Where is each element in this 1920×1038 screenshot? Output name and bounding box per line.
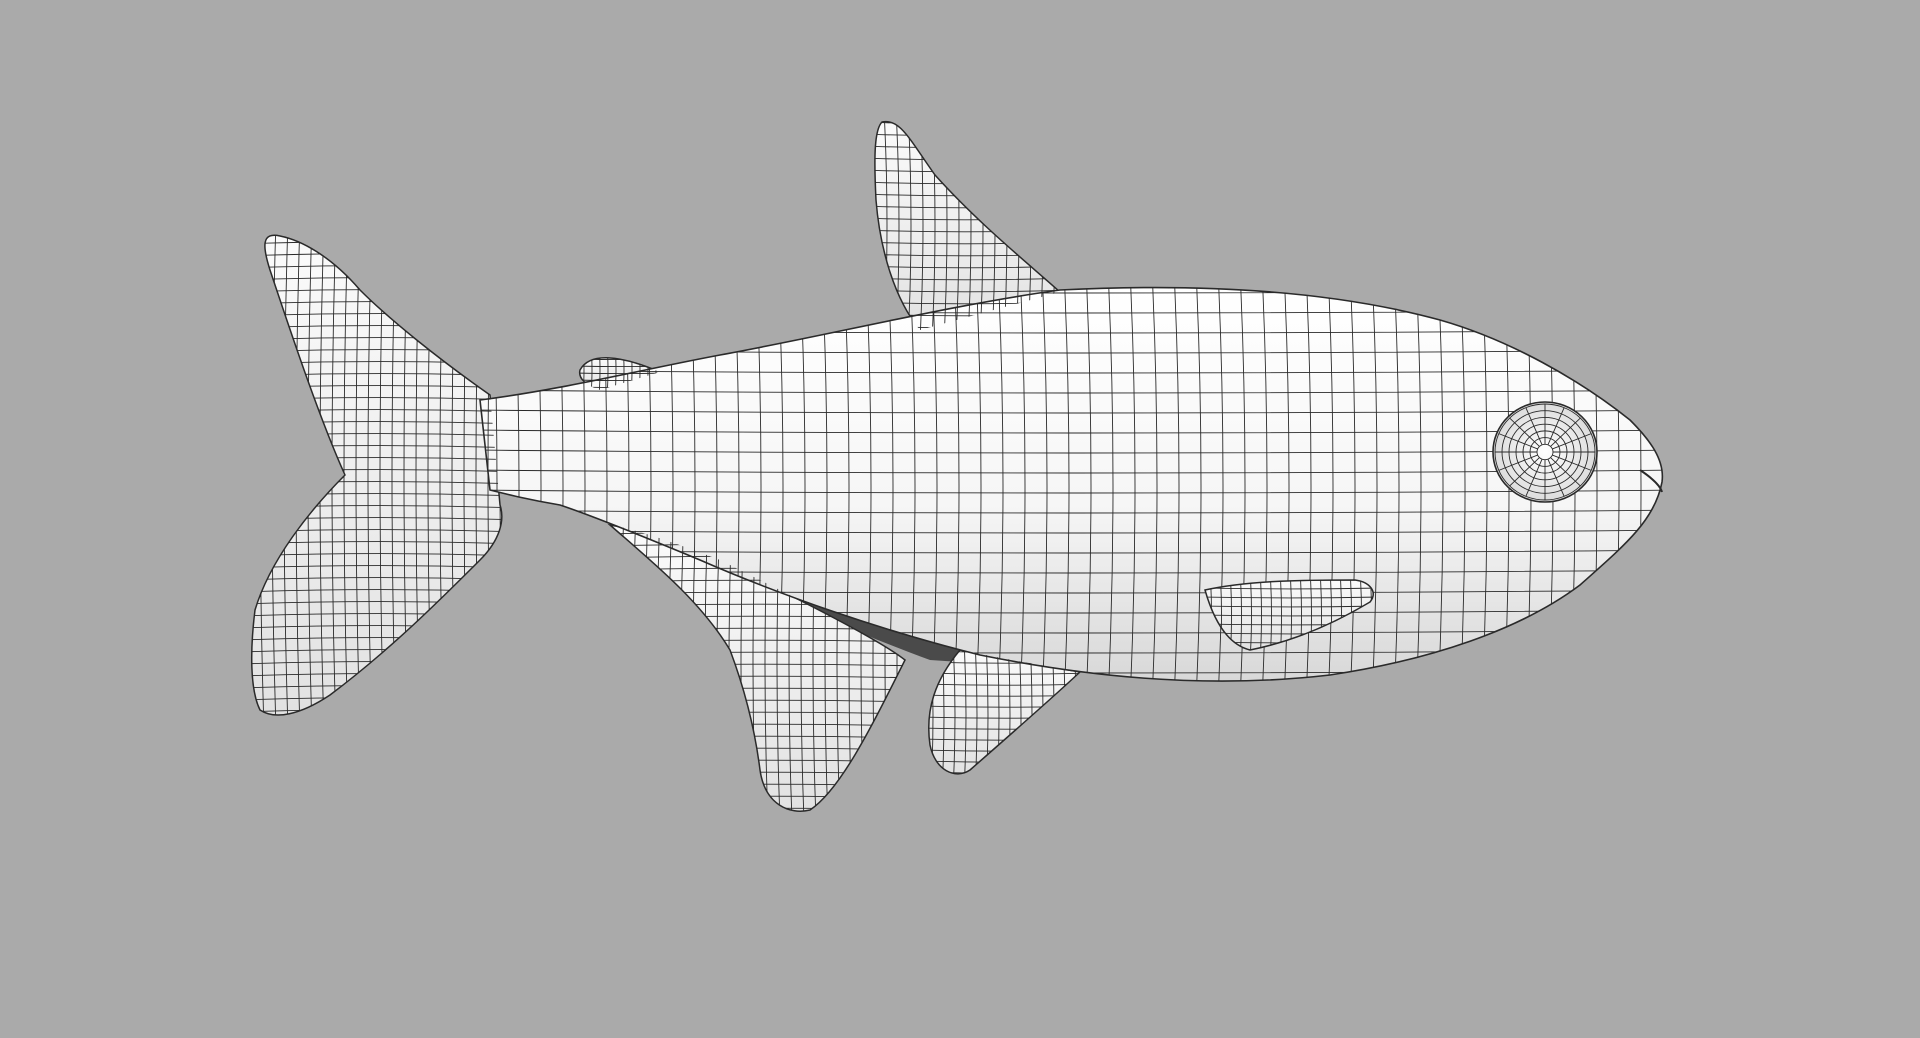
render-viewport [0, 0, 1920, 1038]
fish-wireframe-render [0, 0, 1920, 1038]
